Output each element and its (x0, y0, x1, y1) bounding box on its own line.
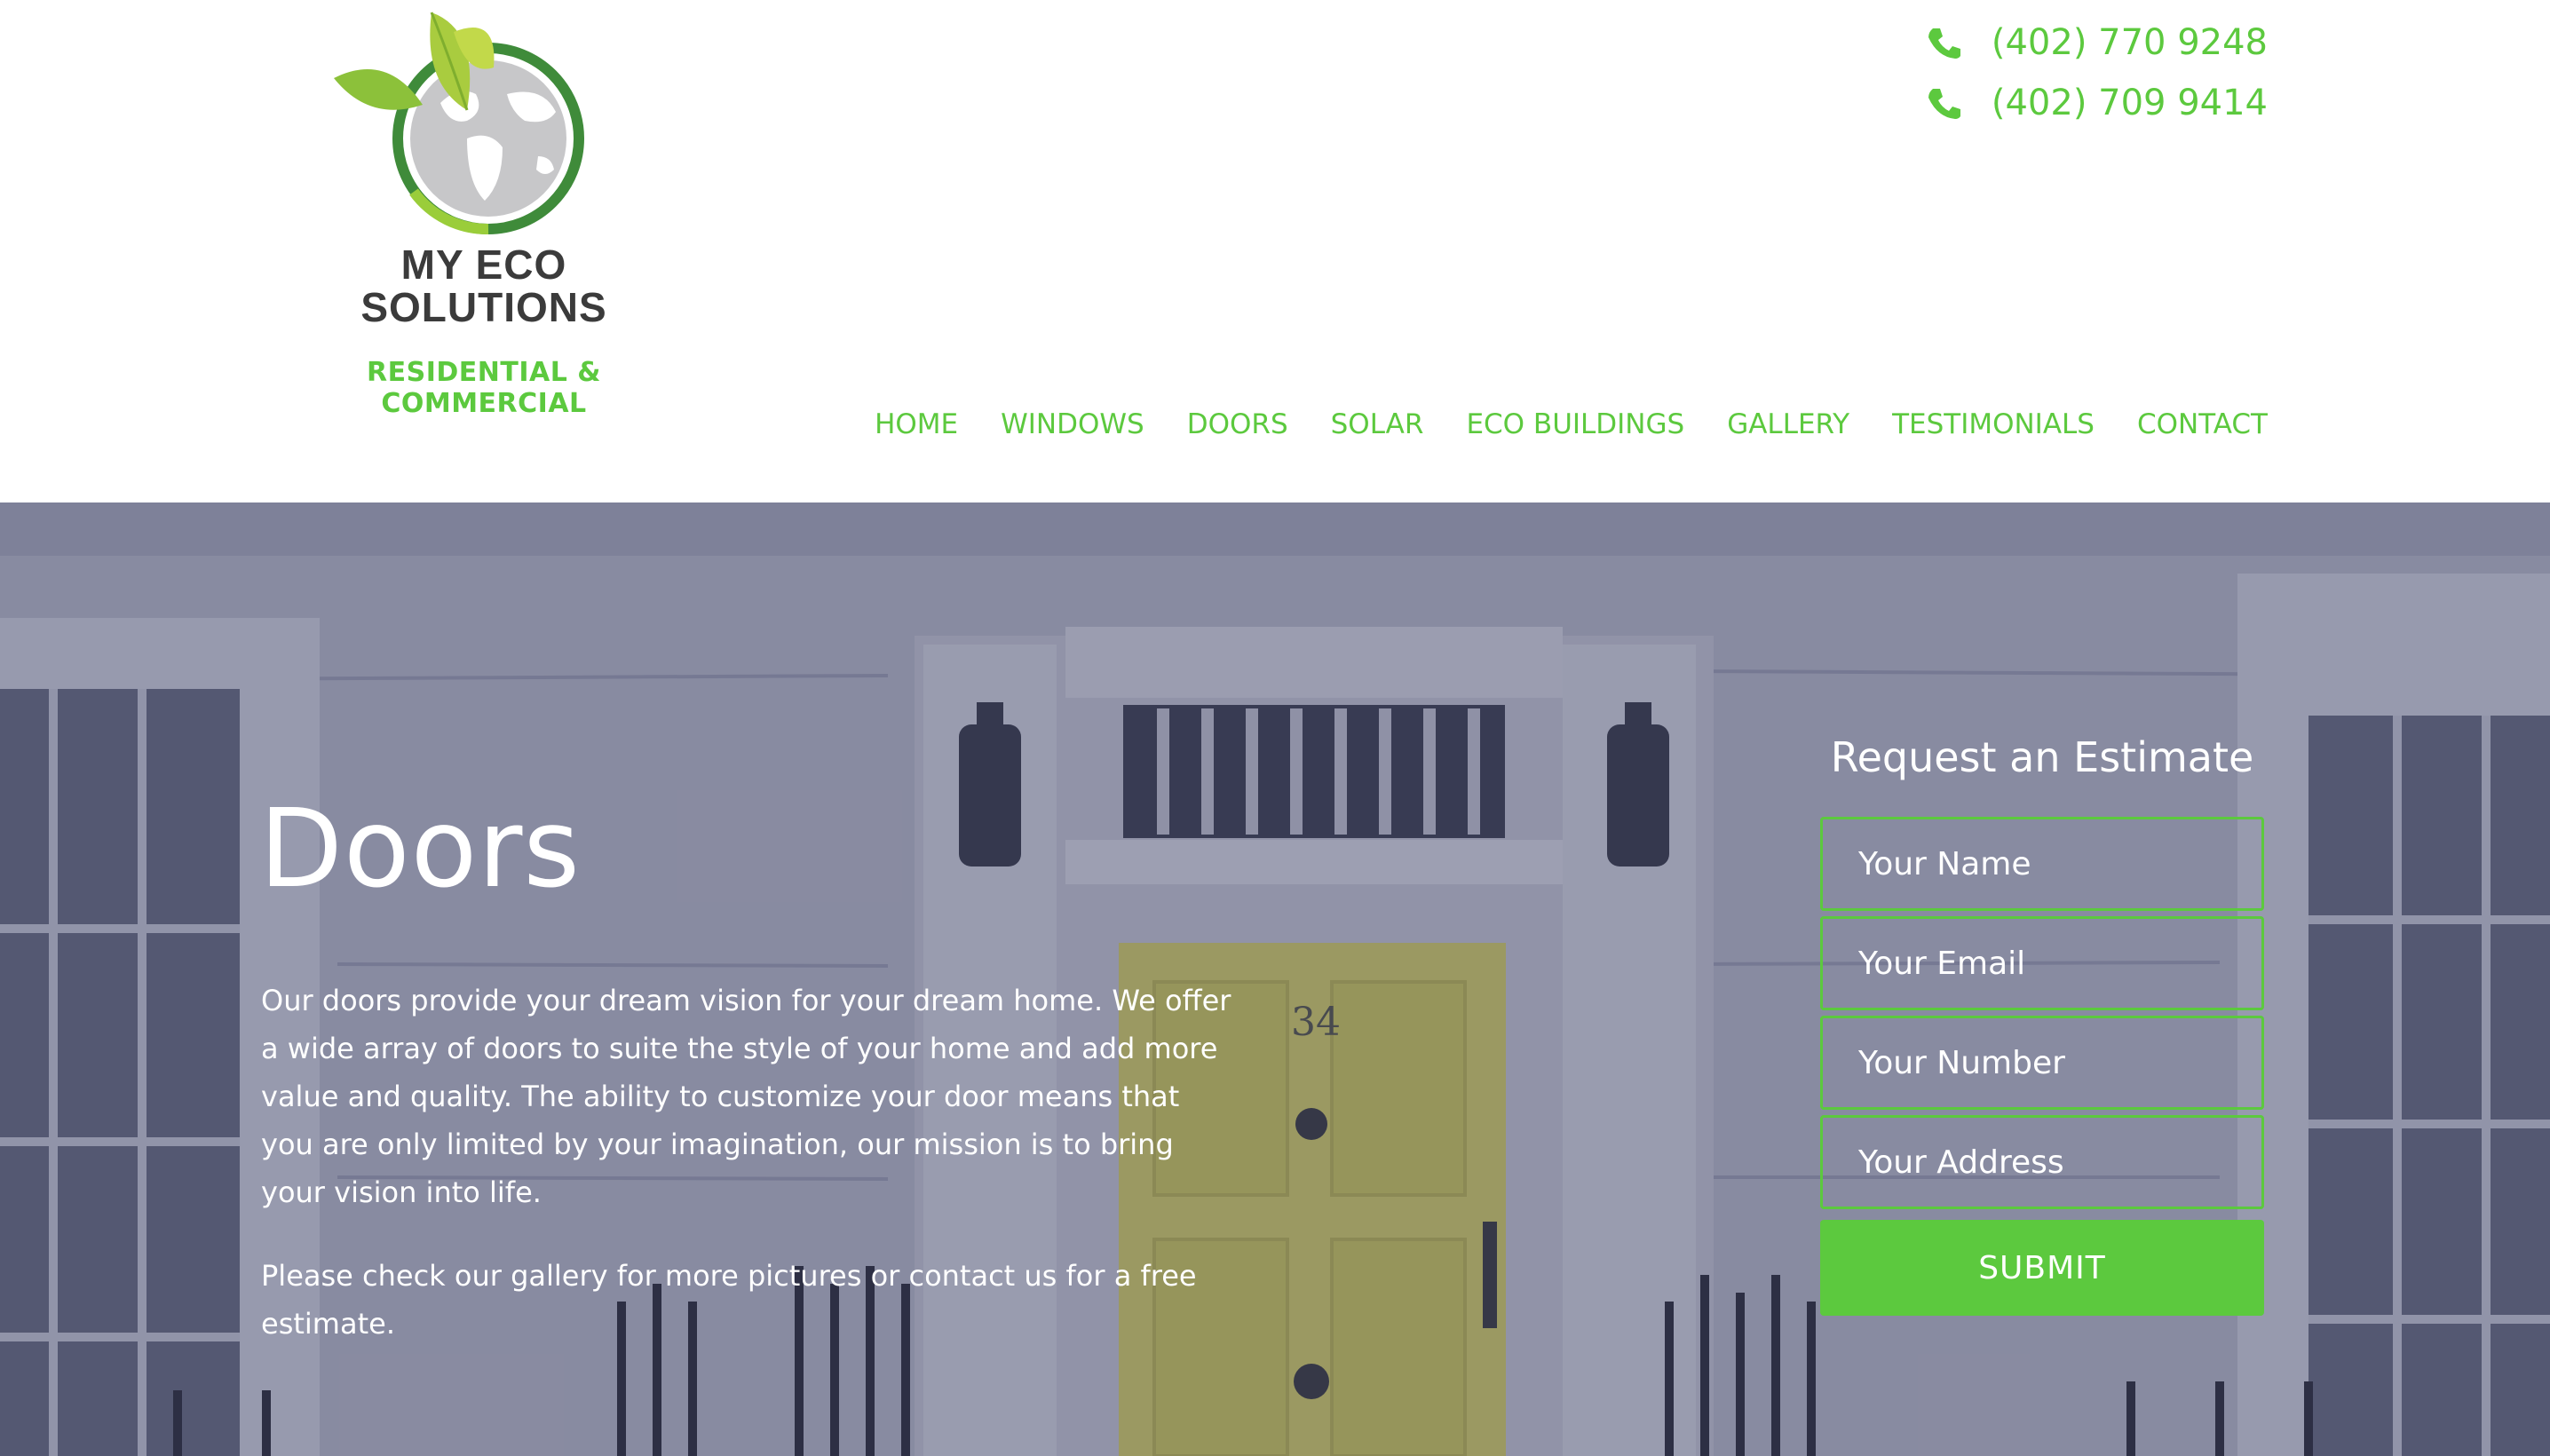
main-nav: HOME WINDOWS DOORS SOLAR ECO BUILDINGS G… (832, 408, 2268, 440)
name-field[interactable] (1820, 817, 2264, 911)
site-logo[interactable]: MY ECO SOLUTIONS RESIDENTIAL & COMMERCIA… (275, 5, 701, 419)
nav-item-gallery[interactable]: GALLERY (1727, 408, 1849, 440)
nav-item-testimonials[interactable]: TESTIMONIALS (1892, 408, 2095, 440)
email-input[interactable] (1857, 944, 2261, 983)
nav-item-contact[interactable]: CONTACT (2137, 408, 2268, 440)
number-input[interactable] (1857, 1043, 2261, 1082)
address-field[interactable] (1820, 1115, 2264, 1209)
address-input[interactable] (1857, 1143, 2261, 1182)
nav-item-eco-buildings[interactable]: ECO BUILDINGS (1466, 408, 1684, 440)
hero-paragraph: Please check our gallery for more pictur… (261, 1259, 1197, 1341)
nav-item-doors[interactable]: DOORS (1187, 408, 1288, 440)
estimate-form-title: Request an Estimate (1830, 733, 2254, 781)
phone-number-link[interactable]: (402) 770 9248 (1992, 22, 2268, 63)
hero-paragraph: Our doors provide your dream vision for … (261, 984, 1231, 1209)
phone-icon (1928, 28, 1960, 59)
nav-item-home[interactable]: HOME (875, 408, 958, 440)
nav-item-solar[interactable]: SOLAR (1331, 408, 1424, 440)
hero-section: 34 Doors Our doors provide your dream vi… (0, 502, 2550, 1456)
email-field[interactable] (1820, 916, 2264, 1010)
number-field[interactable] (1820, 1016, 2264, 1110)
site-header: MY ECO SOLUTIONS RESIDENTIAL & COMMERCIA… (0, 0, 2550, 502)
name-input[interactable] (1857, 844, 2261, 883)
page-title: Doors (259, 786, 581, 912)
nav-item-windows[interactable]: WINDOWS (1001, 408, 1144, 440)
phone-icon (1928, 89, 1960, 119)
logo-tagline: RESIDENTIAL & COMMERCIAL (367, 357, 601, 419)
leaf-globe-icon (334, 12, 584, 235)
submit-button[interactable]: SUBMIT (1820, 1220, 2264, 1316)
phone-row[interactable]: (402) 709 9414 (1895, 73, 2268, 133)
logo-name: MY ECO SOLUTIONS (360, 241, 607, 330)
phone-row[interactable]: (402) 770 9248 (1895, 12, 2268, 73)
estimate-form: Request an Estimate SUBMIT (1820, 733, 2264, 1316)
hero-description: Our doors provide your dream vision for … (261, 977, 1238, 1383)
phone-list: (402) 770 9248 (402) 709 9414 (1895, 12, 2268, 133)
phone-number-link[interactable]: (402) 709 9414 (1992, 83, 2268, 123)
